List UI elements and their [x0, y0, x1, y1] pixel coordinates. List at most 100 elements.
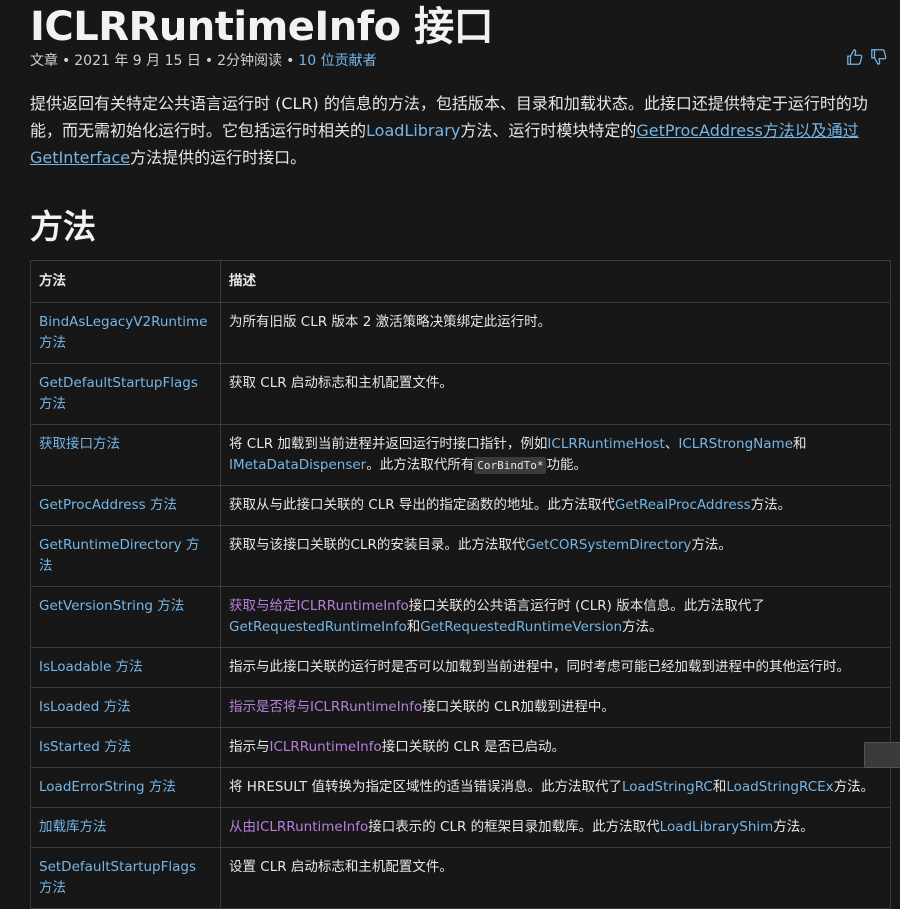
method-cell: LoadErrorString 方法: [30, 767, 221, 808]
description-cell: 指示是否将与ICLRRuntimeInfo接口关联的 CLR加载到进程中。: [220, 687, 891, 728]
description-text: 设置 CLR 启动标志和主机配置文件。: [229, 859, 453, 875]
method-cell: 加载库方法: [30, 807, 221, 848]
description-text: 方法。: [773, 819, 814, 835]
table-row: IsLoadable 方法 指示与此接口关联的运行时是否可以加载到当前进程中，同时…: [30, 647, 891, 688]
description-text: 接口关联的 CLR 是否已启动。: [381, 739, 566, 755]
table-row: 加载库方法 从由ICLRRuntimeInfo接口表示的 CLR 的框架目录加载库…: [30, 807, 891, 848]
reference-link[interactable]: 从由: [229, 819, 256, 835]
description-cell: 获取与给定ICLRRuntimeInfo接口关联的公共语言运行时 (CLR) 版…: [220, 586, 891, 648]
reference-link[interactable]: LoadStringRCEx: [726, 779, 833, 795]
table-row: 获取接口方法 将 CLR 加载到当前进程并返回运行时接口指针，例如ICLRRunt…: [30, 424, 891, 486]
description-text: 方法。: [691, 537, 732, 553]
table-row: LoadErrorString 方法 将 HRESULT 值转换为指定区域性的适当…: [30, 767, 891, 808]
method-cell: IsStarted 方法: [30, 727, 221, 768]
method-cell: GetRuntimeDirectory 方法: [30, 525, 221, 587]
reference-link[interactable]: ICLRRuntimeHost: [547, 436, 664, 452]
description-text: 方法。: [750, 497, 792, 513]
description-cell: 获取 CLR 启动标志和主机配置文件。: [220, 363, 891, 425]
method-cell: IsLoaded 方法: [30, 687, 221, 728]
description-cell: 设置 CLR 启动标志和主机配置文件。: [220, 847, 891, 909]
column-header-method: 方法: [30, 260, 221, 303]
loadlibrary-link[interactable]: LoadLibrary: [366, 121, 460, 140]
table-row: BindAsLegacyV2Runtime 方法 为所有旧版 CLR 版本 2 激…: [30, 302, 891, 364]
meta-type: 文章: [30, 53, 58, 69]
article-meta: 文章 • 2021 年 9 月 15 日 • 2分钟阅读 • 10 位贡献者: [30, 53, 377, 69]
method-link[interactable]: LoadErrorString 方法: [39, 779, 176, 795]
description-text: 将 HRESULT 值转换为指定区域性的适当错误消息。此方法取代了: [229, 779, 623, 795]
methods-table: 方法 描述 BindAsLegacyV2Runtime 方法 为所有旧版 CLR …: [30, 260, 891, 909]
description-text: 功能。: [546, 457, 587, 473]
reference-link[interactable]: ICLRRuntimeInfo: [297, 598, 409, 614]
method-link[interactable]: IsLoaded 方法: [39, 699, 131, 715]
table-row: IsStarted 方法 指示与ICLRRuntimeInfo接口关联的 CLR …: [30, 727, 891, 768]
section-title: 方法: [30, 207, 96, 246]
description-cell: 指示与ICLRRuntimeInfo接口关联的 CLR 是否已启动。: [220, 727, 891, 768]
method-cell: GetVersionString 方法: [30, 586, 221, 648]
description-text: 、: [664, 436, 679, 452]
method-cell: GetDefaultStartupFlags 方法: [30, 363, 221, 425]
method-link[interactable]: IsLoadable 方法: [39, 659, 143, 675]
table-row: GetVersionString 方法 获取与给定ICLRRuntimeInfo接…: [30, 586, 891, 648]
meta-read-time: 2分钟阅读: [217, 53, 283, 69]
reference-link[interactable]: ICLRStrongName: [678, 436, 793, 452]
reference-link[interactable]: ICLRRuntimeInfo: [256, 819, 368, 835]
method-link[interactable]: GetVersionString 方法: [39, 598, 184, 614]
method-link[interactable]: IsStarted 方法: [39, 739, 131, 755]
description-text: 将 CLR 加载到当前进程并返回运行时接口指针，例如: [229, 436, 548, 452]
description-text: 方法。: [833, 779, 875, 795]
method-cell: SetDefaultStartupFlags 方法: [30, 847, 221, 909]
description-text: 接口关联的公共语言运行时 (CLR) 版本信息。此方法取代了: [408, 598, 765, 614]
description-text: 接口表示的 CLR 的框架目录加载库。此方法取代: [368, 819, 660, 835]
table-row: GetRuntimeDirectory 方法 获取与该接口关联的CLR的安装目录。…: [30, 525, 891, 587]
description-text: 获取与该接口关联的CLR的安装目录。此方法取代: [229, 537, 526, 553]
reference-link[interactable]: ICLRRuntimeInfo: [270, 739, 382, 755]
reference-link[interactable]: LoadLibraryShim: [660, 819, 774, 835]
method-cell: GetProcAddress 方法: [30, 485, 221, 526]
description-cell: 将 HRESULT 值转换为指定区域性的适当错误消息。此方法取代了LoadStr…: [220, 767, 891, 808]
contributors-link[interactable]: 10 位贡献者: [298, 53, 376, 69]
description-cell: 获取从与此接口关联的 CLR 导出的指定函数的地址。此方法取代GetRealPr…: [220, 485, 891, 526]
method-link[interactable]: SetDefaultStartupFlags 方法: [39, 859, 196, 896]
column-header-description: 描述: [220, 260, 891, 303]
method-link[interactable]: BindAsLegacyV2Runtime 方法: [39, 314, 207, 351]
table-row: IsLoaded 方法 指示是否将与ICLRRuntimeInfo接口关联的 CL…: [30, 687, 891, 728]
description-text: 和: [406, 619, 421, 635]
description-cell: 从由ICLRRuntimeInfo接口表示的 CLR 的框架目录加载库。此方法取…: [220, 807, 891, 848]
scroll-to-top-button[interactable]: [864, 742, 900, 768]
description-cell: 将 CLR 加载到当前进程并返回运行时接口指针，例如ICLRRuntimeHos…: [220, 424, 891, 486]
thumbs-up-icon[interactable]: [846, 48, 864, 70]
description-text: 获取 CLR 启动标志和主机配置文件。: [229, 375, 453, 391]
method-link[interactable]: GetDefaultStartupFlags 方法: [39, 375, 198, 412]
method-cell: IsLoadable 方法: [30, 647, 221, 688]
reference-link[interactable]: GetRequestedRuntimeInfo: [229, 619, 407, 635]
description-cell: 指示与此接口关联的运行时是否可以加载到当前进程中，同时考虑可能已经加载到进程中的…: [220, 647, 891, 688]
method-link[interactable]: 加载库方法: [39, 819, 107, 835]
inline-code: CorBindTo*: [474, 457, 547, 474]
thumbs-down-icon[interactable]: [870, 48, 888, 70]
description-text: 方法。: [622, 619, 663, 635]
meta-date: 2021 年 9 月 15 日: [74, 53, 201, 69]
reference-link[interactable]: GetCORSystemDirectory: [525, 537, 691, 553]
feedback-buttons: [846, 48, 888, 70]
description-text: 指示与此接口关联的运行时是否可以加载到当前进程中，同时考虑可能已经加载到进程中的…: [229, 659, 850, 675]
description-cell: 为所有旧版 CLR 版本 2 激活策略决策绑定此运行时。: [220, 302, 891, 364]
description-text: 指示与: [229, 739, 270, 755]
reference-link[interactable]: LoadStringRC: [622, 779, 713, 795]
method-link[interactable]: GetProcAddress 方法: [39, 497, 177, 513]
reference-link[interactable]: 获取与给定: [229, 598, 297, 614]
table-header-row: 方法 描述: [30, 260, 891, 303]
reference-link[interactable]: GetRequestedRuntimeVersion: [420, 619, 622, 635]
table-row: GetProcAddress 方法 获取从与此接口关联的 CLR 导出的指定函数的…: [30, 485, 891, 526]
reference-link[interactable]: GetRealProcAddress: [615, 497, 751, 513]
intro-paragraph: 提供返回有关特定公共语言运行时 (CLR) 的信息的方法，包括版本、目录和加载状…: [30, 94, 868, 167]
reference-link[interactable]: IMetaDataDispenser: [229, 457, 366, 473]
table-row: GetDefaultStartupFlags 方法 获取 CLR 启动标志和主机配…: [30, 363, 891, 425]
reference-link[interactable]: ICLRRuntimeInfo: [310, 699, 422, 715]
description-text: 为所有旧版 CLR 版本 2 激活策略决策绑定此运行时。: [229, 314, 552, 330]
method-link[interactable]: GetRuntimeDirectory 方法: [39, 537, 199, 574]
reference-link[interactable]: 指示是否将与: [229, 699, 310, 715]
page-title: ICLRRuntimeInfo 接口: [30, 4, 494, 50]
method-link[interactable]: 获取接口方法: [39, 436, 120, 452]
description-cell: 获取与该接口关联的CLR的安装目录。此方法取代GetCORSystemDirec…: [220, 525, 891, 587]
description-text: 接口关联的 CLR加载到进程中。: [422, 699, 615, 715]
